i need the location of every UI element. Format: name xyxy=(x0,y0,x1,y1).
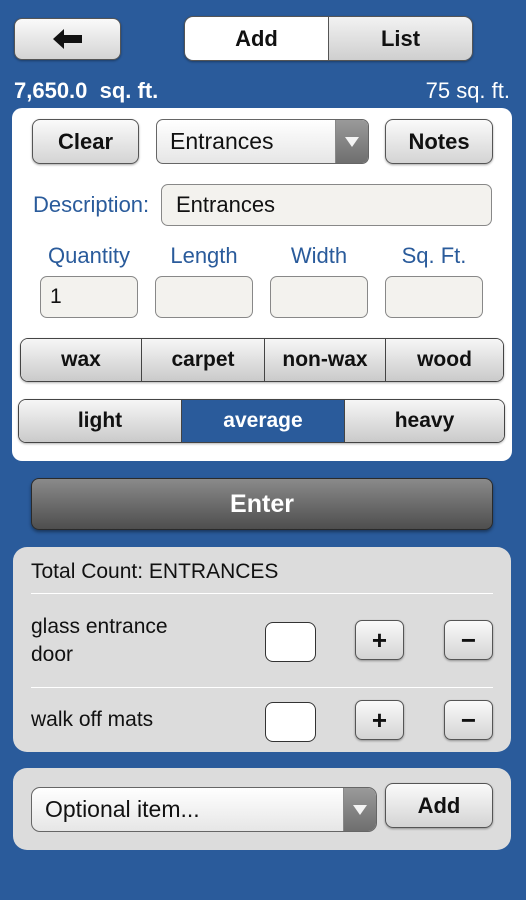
enter-button[interactable]: Enter xyxy=(31,478,493,530)
tab-add[interactable]: Add xyxy=(185,17,328,60)
traffic-light[interactable]: light xyxy=(19,400,181,442)
floor-type-wax[interactable]: wax xyxy=(21,339,141,381)
notes-button[interactable]: Notes xyxy=(385,119,493,164)
count-field[interactable] xyxy=(265,702,316,742)
traffic-level-selector: light average heavy xyxy=(18,399,505,443)
increment-button[interactable]: + xyxy=(355,700,404,740)
sqft-label: Sq. Ft. xyxy=(401,243,467,268)
decrement-button[interactable]: − xyxy=(444,620,493,660)
floor-type-selector: wax carpet non-wax wood xyxy=(20,338,504,382)
width-field[interactable] xyxy=(270,276,368,318)
optional-item-placeholder: Optional item... xyxy=(45,796,200,822)
left-arrow-icon xyxy=(52,29,82,49)
tab-list[interactable]: List xyxy=(328,17,472,60)
sqft-field[interactable] xyxy=(385,276,483,318)
back-button[interactable] xyxy=(14,18,121,60)
count-item-label-line: door xyxy=(31,643,74,666)
divider xyxy=(31,687,493,688)
count-panel-title: Total Count: ENTRANCES xyxy=(31,560,279,583)
traffic-heavy[interactable]: heavy xyxy=(344,400,504,442)
description-label: Description: xyxy=(33,192,150,217)
traffic-average[interactable]: average xyxy=(181,400,344,442)
chevron-down-icon xyxy=(335,120,368,163)
description-field[interactable]: Entrances xyxy=(161,184,492,226)
increment-button[interactable]: + xyxy=(355,620,404,660)
clear-button[interactable]: Clear xyxy=(32,119,139,164)
chevron-down-icon xyxy=(343,788,376,831)
length-field[interactable] xyxy=(155,276,253,318)
area-type-select[interactable]: Entrances xyxy=(156,119,369,164)
view-tabs: Add List xyxy=(184,16,473,61)
floor-type-carpet[interactable]: carpet xyxy=(141,339,264,381)
decrement-button[interactable]: − xyxy=(444,700,493,740)
total-area: 7,650.0 sq. ft. xyxy=(14,78,159,103)
width-label: Width xyxy=(290,243,348,268)
divider xyxy=(31,593,493,594)
current-area: 75 sq. ft. xyxy=(425,78,510,103)
floor-type-non-wax[interactable]: non-wax xyxy=(264,339,385,381)
count-item-label-line: glass entrance xyxy=(31,615,168,638)
area-type-value: Entrances xyxy=(170,128,274,154)
length-label: Length xyxy=(170,243,238,268)
floor-type-wood[interactable]: wood xyxy=(385,339,503,381)
optional-item-select[interactable]: Optional item... xyxy=(31,787,377,832)
quantity-field[interactable]: 1 xyxy=(40,276,138,318)
add-optional-button[interactable]: Add xyxy=(385,783,493,828)
count-item-label: walk off mats xyxy=(31,708,154,731)
quantity-label: Quantity xyxy=(48,243,130,268)
count-field[interactable] xyxy=(265,622,316,662)
count-item-label: glass entrance door xyxy=(31,613,168,669)
